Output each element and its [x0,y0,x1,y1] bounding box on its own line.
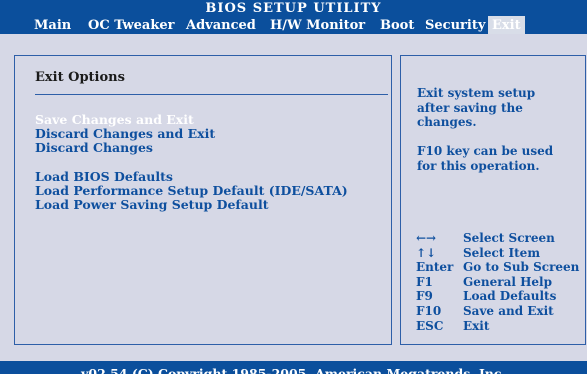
key-desc: Select Item [463,245,541,260]
bios-title: BIOS SETUP UTILITY [0,0,587,16]
tab-advanced[interactable]: Advanced [186,16,256,34]
help-description: Exit system setup after saving the chang… [417,86,554,173]
tab-boot[interactable]: Boot [380,16,414,34]
key-legend: ←→ Select Screen ↑↓ Select Item Enter Go… [416,231,586,333]
help-panel: Exit system setup after saving the chang… [400,55,586,345]
tab-exit[interactable]: Exit [488,16,525,34]
section-title: Exit Options [35,70,125,85]
key-row-f1: F1 General Help [416,275,586,290]
tab-main[interactable]: Main [34,16,71,34]
key-desc: Select Screen [463,231,555,245]
key-name: F1 [416,274,433,289]
key-desc: Go to Sub Screen [463,260,580,275]
key-name: ESC [416,318,444,333]
key-row-select-item: ↑↓ Select Item [416,246,586,261]
option-load-bios-defaults[interactable]: Load BIOS Defaults [35,169,173,184]
key-row-f9: F9 Load Defaults [416,289,586,304]
key-name: F9 [416,289,433,304]
key-desc: Load Defaults [463,289,557,304]
key-name: Enter [416,260,454,275]
tab-oc-tweaker[interactable]: OC Tweaker [88,16,174,34]
option-load-performance-setup-default[interactable]: Load Performance Setup Default (IDE/SATA… [35,183,348,198]
option-discard-changes-and-exit[interactable]: Discard Changes and Exit [35,126,215,141]
option-save-changes-and-exit[interactable]: Save Changes and Exit [35,112,194,127]
key-row-enter: Enter Go to Sub Screen [416,260,586,275]
option-discard-changes[interactable]: Discard Changes [35,140,153,155]
divider [35,94,388,95]
option-load-power-saving-setup-default[interactable]: Load Power Saving Setup Default [35,197,269,212]
up-down-arrow-icon: ↑↓ [416,245,437,260]
key-desc: Exit [463,318,490,333]
key-desc: Save and Exit [463,303,554,318]
tab-hw-monitor[interactable]: H/W Monitor [270,16,365,34]
key-row-select-screen: ←→ Select Screen [416,231,586,246]
copyright-footer: v02.54 (C) Copyright 1985-2005, American… [0,361,587,374]
exit-options-panel: Exit Options Save Changes and Exit Disca… [14,55,392,345]
tab-security[interactable]: Security [425,16,485,34]
top-menu-bar: Main OC Tweaker Advanced H/W Monitor Boo… [0,16,587,34]
key-row-f10: F10 Save and Exit [416,304,586,319]
key-name: F10 [416,303,442,318]
left-right-arrow-icon: ←→ [416,231,437,245]
key-row-esc: ESC Exit [416,319,586,334]
key-desc: General Help [463,274,552,289]
